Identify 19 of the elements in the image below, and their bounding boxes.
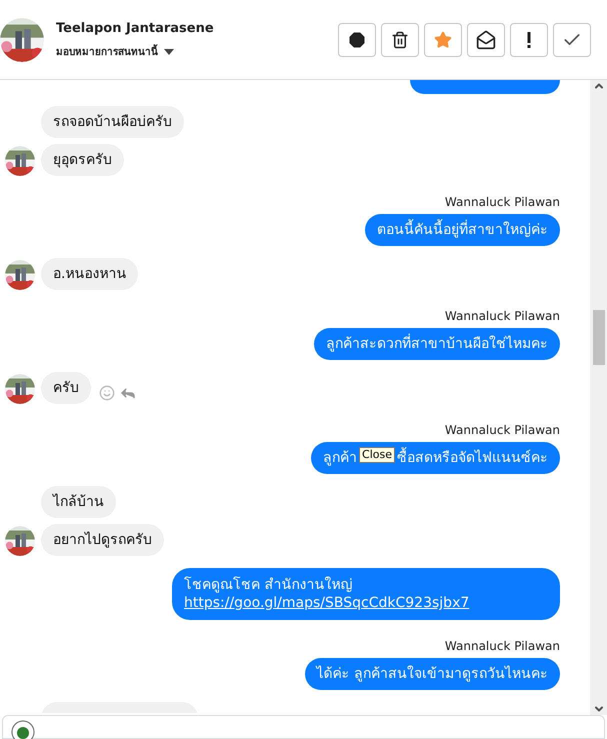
message-bubble: โชคดูณโชค สำนักงานใหญ่ https://goo.gl/maps/SBSqcCdkC923sjbx7 bbox=[172, 568, 560, 620]
message-bubble: ตอนนี้คันนี้อยู่ที่สาขาใหญ่ค่ะ bbox=[365, 214, 560, 246]
sender-name: Wannaluck Pilawan bbox=[444, 308, 560, 325]
contact-name: Teelapon Jantarasene bbox=[56, 20, 214, 38]
message-bubble: ได้ค่ะ ลูกค้าสนใจเข้ามาดูรถวันไหนคะ bbox=[304, 658, 560, 690]
sender-name: Wannaluck Pilawan bbox=[444, 194, 560, 211]
assign-dropdown[interactable]: มอบหมายการสนทนานี้ bbox=[56, 44, 214, 60]
sender-name: Wannaluck Pilawan bbox=[444, 422, 560, 439]
tooltip: Close bbox=[359, 447, 395, 463]
message-bubble: อยากไปดูรถครับ bbox=[41, 524, 164, 556]
message-bubble: ยุอุดรครับ bbox=[41, 144, 124, 176]
message-bubble: ไกล้บ้าน bbox=[41, 486, 116, 518]
sender-name: Wannaluck Pilawan bbox=[444, 638, 560, 655]
map-link[interactable]: https://goo.gl/maps/SBSqcCdkC923sjbx7 bbox=[184, 594, 548, 612]
message-bubble: ครับ bbox=[41, 372, 91, 404]
message-bubble: ลูกค้า Close ซื้อสดหรือจัดไฟแนนซ์คะ bbox=[311, 442, 560, 474]
message-bubble: ลูกค้าสะดวกที่สาขาบ้านผือใช่ไหมคะ bbox=[314, 328, 560, 360]
message-bubble: รถจอดบ้านผือบ่ครับ bbox=[41, 106, 184, 138]
message-bubble: อ.หนองหาน bbox=[41, 258, 138, 290]
